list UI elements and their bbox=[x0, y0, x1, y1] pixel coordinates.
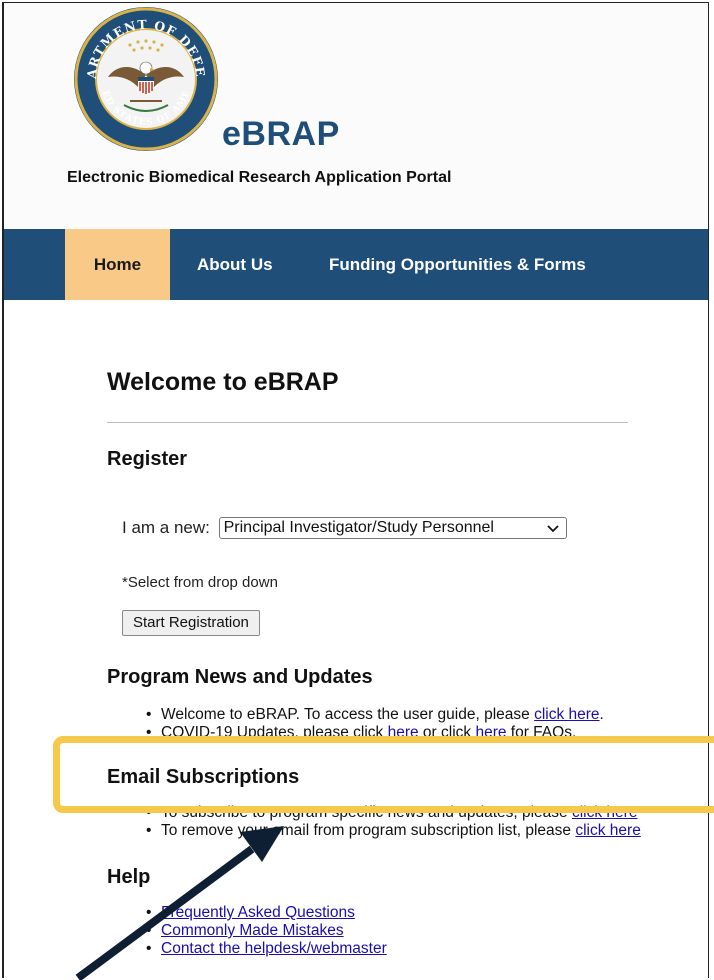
role-select-value: Principal Investigator/Study Personnel bbox=[223, 519, 494, 536]
email-subscriptions-heading: Email Subscriptions bbox=[107, 766, 300, 788]
news-item-text: Welcome to eBRAP. To access the user gui… bbox=[161, 706, 535, 723]
role-select-label: I am a new: bbox=[122, 518, 210, 537]
nav-item-funding-opportunities[interactable]: Funding Opportunities & Forms bbox=[329, 229, 586, 300]
unsubscribe-text: To remove your email from program subscr… bbox=[161, 822, 576, 839]
news-list: Welcome to eBRAP. To access the user gui… bbox=[141, 706, 604, 736]
list-item: Contact the helpdesk/webmaster bbox=[141, 940, 387, 958]
news-heading: Program News and Updates bbox=[107, 666, 373, 688]
faq-link[interactable]: Frequently Asked Questions bbox=[161, 904, 355, 921]
brand-subtitle: Electronic Biomedical Research Applicati… bbox=[67, 169, 452, 186]
register-heading: Register bbox=[107, 448, 188, 470]
select-note: *Select from drop down bbox=[122, 574, 278, 591]
help-list: Frequently Asked Questions Commonly Made… bbox=[141, 904, 387, 958]
list-item: COVID-19 Updates, please click here or c… bbox=[141, 724, 604, 736]
nav-item-about-us[interactable]: About Us bbox=[197, 229, 273, 300]
list-item: Commonly Made Mistakes bbox=[141, 922, 387, 940]
page-title: Welcome to eBRAP bbox=[107, 368, 339, 396]
common-mistakes-link[interactable]: Commonly Made Mistakes bbox=[161, 922, 344, 939]
title-divider bbox=[107, 422, 628, 423]
covid-text-a: COVID-19 Updates, please click bbox=[161, 724, 388, 736]
chevron-down-icon bbox=[546, 525, 559, 533]
dod-seal-logo: DEPARTMENT OF DEFENSE UNITED STATES OF A… bbox=[72, 5, 218, 151]
browser-page: DEPARTMENT OF DEFENSE UNITED STATES OF A… bbox=[2, 2, 709, 978]
brand-title[interactable]: eBRAP bbox=[222, 115, 340, 154]
email-subscriptions-list: To subscribe to program specific news an… bbox=[141, 804, 641, 840]
user-guide-link[interactable]: click here bbox=[534, 706, 599, 723]
start-registration-button[interactable]: Start Registration bbox=[122, 610, 260, 636]
helpdesk-link[interactable]: Contact the helpdesk/webmaster bbox=[161, 940, 387, 957]
role-select-dropdown[interactable]: Principal Investigator/Study Personnel bbox=[218, 517, 567, 539]
list-item: To remove your email from program subscr… bbox=[141, 822, 641, 840]
list-item: Welcome to eBRAP. To access the user gui… bbox=[141, 706, 604, 724]
main-navigation: Home About Us Funding Opportunities & Fo… bbox=[4, 229, 708, 300]
nav-item-home[interactable]: Home bbox=[65, 229, 170, 300]
subscribe-link[interactable]: click here bbox=[572, 804, 637, 821]
unsubscribe-link[interactable]: click here bbox=[575, 822, 640, 839]
covid-updates-link[interactable]: here bbox=[388, 724, 419, 736]
news-item-end: . bbox=[599, 706, 604, 723]
subscribe-text: To subscribe to program specific news an… bbox=[161, 804, 572, 821]
list-item: Frequently Asked Questions bbox=[141, 904, 387, 922]
role-select-row: I am a new: Principal Investigator/Study… bbox=[122, 517, 567, 539]
covid-faq-link[interactable]: here bbox=[475, 724, 506, 736]
site-header: DEPARTMENT OF DEFENSE UNITED STATES OF A… bbox=[4, 3, 708, 230]
covid-text-b: or click bbox=[418, 724, 476, 736]
help-heading: Help bbox=[107, 866, 151, 888]
list-item: To subscribe to program specific news an… bbox=[141, 804, 641, 822]
covid-text-c: for FAQs. bbox=[506, 724, 577, 736]
